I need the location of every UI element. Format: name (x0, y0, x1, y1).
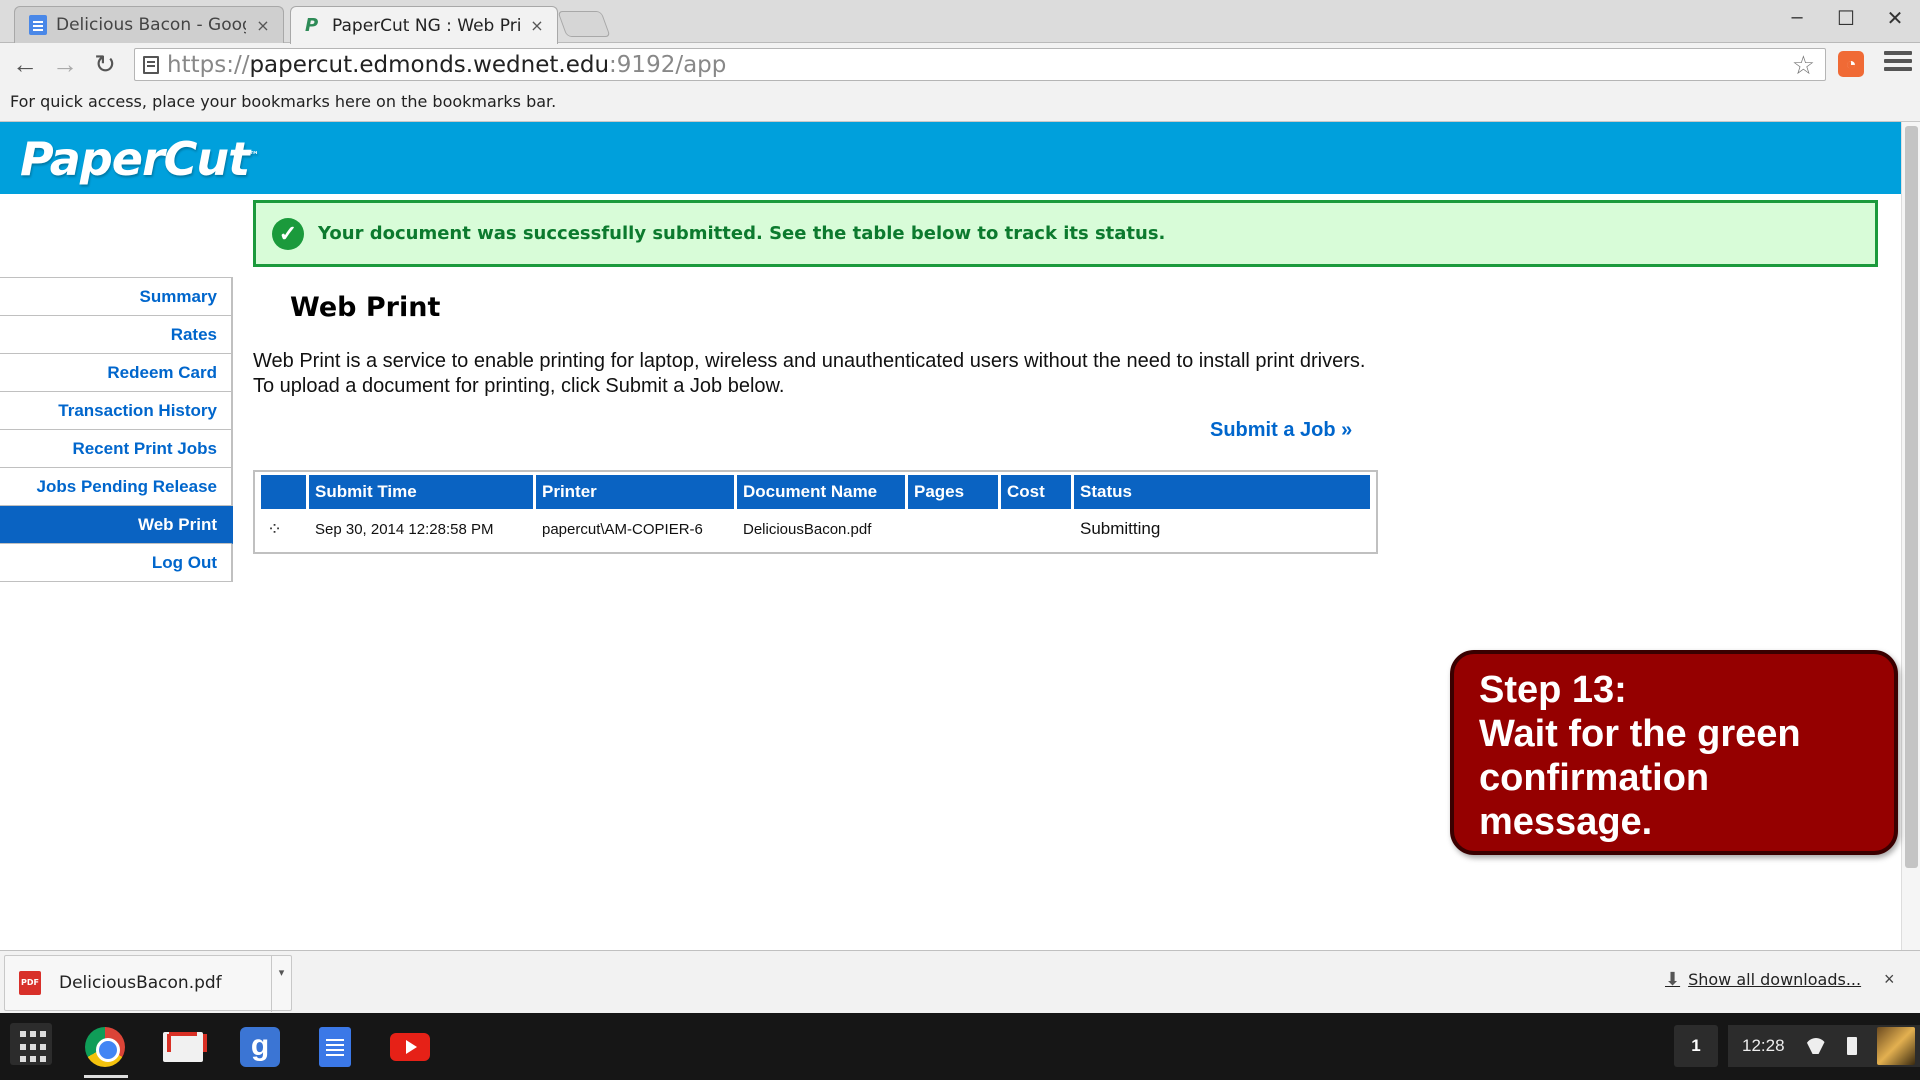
callout-line: message. (1479, 801, 1653, 843)
docs-icon[interactable] (319, 1027, 351, 1067)
callout-line: confirmation (1479, 757, 1710, 799)
browser-toolbar: ← → ↻ https://papercut.edmonds.wednet.ed… (0, 43, 1920, 85)
submit-job-link[interactable]: Submit a Job » (1210, 419, 1352, 442)
column-header-printer: Printer (536, 475, 734, 509)
google-plus-icon[interactable]: g (240, 1027, 280, 1067)
extension-icon[interactable]: ◔ (1838, 51, 1864, 77)
cell-submit-time: Sep 30, 2014 12:28:58 PM (315, 520, 494, 538)
url-scheme: https:// (167, 51, 250, 78)
gmail-icon[interactable] (163, 1032, 207, 1062)
tab-title: PaperCut NG : Web Print (332, 15, 520, 36)
loading-spinner-icon: ⁘ (267, 518, 283, 539)
page-scrollbar[interactable] (1901, 122, 1920, 950)
bookmarks-bar: For quick access, place your bookmarks h… (0, 85, 1920, 122)
cell-document-name: DeliciousBacon.pdf (743, 520, 872, 538)
tab-papercut-web-print[interactable]: P PaperCut NG : Web Print × (290, 6, 558, 44)
papercut-icon: P (305, 14, 319, 36)
window-close-icon[interactable]: ✕ (1880, 6, 1910, 31)
instruction-callout: Step 13: Wait for the green confirmation… (1450, 650, 1898, 855)
downloads-shelf: PDF DeliciousBacon.pdf ▾ ⬇ Show all down… (0, 950, 1920, 1013)
forward-arrow-icon[interactable]: → (50, 49, 80, 79)
column-header-icon (261, 475, 306, 509)
nav-log-out[interactable]: Log Out (0, 544, 233, 582)
active-app-indicator (84, 1075, 128, 1078)
download-menu-dropdown-icon[interactable]: ▾ (271, 956, 291, 1012)
notification-count-badge[interactable]: 1 (1674, 1025, 1718, 1067)
intro-text: Web Print is a service to enable printin… (253, 350, 1366, 397)
scroll-thumb[interactable] (1905, 126, 1918, 868)
nav-summary[interactable]: Summary (0, 278, 233, 316)
nav-rates[interactable]: Rates (0, 316, 233, 354)
nav-redeem-card[interactable]: Redeem Card (0, 354, 233, 392)
cell-pages (908, 509, 998, 549)
nav-web-print[interactable]: Web Print (0, 506, 233, 544)
tab-title: Delicious Bacon - Google (56, 15, 246, 35)
wifi-icon (1805, 1038, 1827, 1054)
success-text: Your document was successfully submitted… (318, 223, 1166, 244)
page-info-icon[interactable] (143, 55, 159, 74)
bookmark-star-icon[interactable]: ☆ (1792, 51, 1815, 81)
jobs-table: Submit Time Printer Document Name Pages … (253, 470, 1378, 554)
cell-printer: papercut\AM-COPIER-6 (542, 520, 703, 538)
column-header-cost: Cost (1001, 475, 1071, 509)
os-shelf: g 1 12:28 (0, 1013, 1920, 1080)
youtube-icon[interactable] (390, 1033, 430, 1061)
table-header-row: Submit Time Printer Document Name Pages … (261, 475, 1370, 509)
nav-jobs-pending-release[interactable]: Jobs Pending Release (0, 468, 233, 506)
chrome-menu-icon[interactable] (1884, 51, 1912, 77)
column-header-pages: Pages (908, 475, 998, 509)
cell-cost (1001, 509, 1071, 549)
download-item[interactable]: PDF DeliciousBacon.pdf ▾ (4, 955, 292, 1012)
address-bar[interactable]: https://papercut.edmonds.wednet.edu:9192… (134, 48, 1826, 81)
tab-strip: Delicious Bacon - Google × P PaperCut NG… (0, 0, 1920, 44)
download-filename: DeliciousBacon.pdf (59, 973, 222, 993)
maximize-icon[interactable]: ☐ (1831, 6, 1861, 31)
tab-delicious-bacon[interactable]: Delicious Bacon - Google × (14, 6, 284, 43)
clock: 12:28 (1742, 1036, 1785, 1055)
reload-icon[interactable]: ↻ (90, 49, 120, 79)
show-all-downloads-link[interactable]: ⬇ Show all downloads... (1665, 969, 1861, 990)
back-arrow-icon[interactable]: ← (10, 49, 40, 79)
callout-line: Step 13: (1479, 669, 1627, 711)
papercut-logo: PaperCut™ (20, 132, 259, 186)
column-header-document-name: Document Name (737, 475, 905, 509)
column-header-submit-time: Submit Time (309, 475, 533, 509)
papercut-header: PaperCut™ (0, 122, 1901, 194)
chrome-icon[interactable] (85, 1027, 125, 1067)
close-icon[interactable]: × (255, 16, 271, 35)
column-header-status: Status (1074, 475, 1370, 509)
table-row: ⁘ Sep 30, 2014 12:28:58 PM papercut\AM-C… (261, 509, 1370, 549)
side-navigation: Summary Rates Redeem Card Transaction Hi… (0, 277, 233, 582)
cell-status: Submitting (1080, 519, 1161, 538)
page-title: Web Print (290, 292, 441, 323)
checkmark-icon: ✓ (272, 217, 304, 250)
download-arrow-icon: ⬇ (1665, 969, 1681, 990)
docs-icon (29, 15, 47, 35)
app-launcher-icon[interactable] (10, 1023, 52, 1065)
close-downloads-icon[interactable]: × (1884, 969, 1895, 990)
nav-recent-print-jobs[interactable]: Recent Print Jobs (0, 430, 233, 468)
user-avatar (1876, 1027, 1915, 1065)
close-icon[interactable]: × (529, 16, 545, 35)
url-host: papercut.edmonds.wednet.edu (249, 51, 610, 78)
minimize-icon[interactable]: – (1782, 6, 1812, 29)
new-tab-button[interactable] (557, 11, 611, 37)
callout-line: Wait for the green (1479, 713, 1801, 755)
success-message: ✓ Your document was successfully submitt… (253, 200, 1878, 267)
battery-icon (1846, 1037, 1857, 1055)
pdf-file-icon: PDF (19, 971, 41, 995)
nav-transaction-history[interactable]: Transaction History (0, 392, 233, 430)
system-tray[interactable]: 12:28 (1728, 1025, 1920, 1067)
url-path: :9192/app (609, 51, 727, 78)
